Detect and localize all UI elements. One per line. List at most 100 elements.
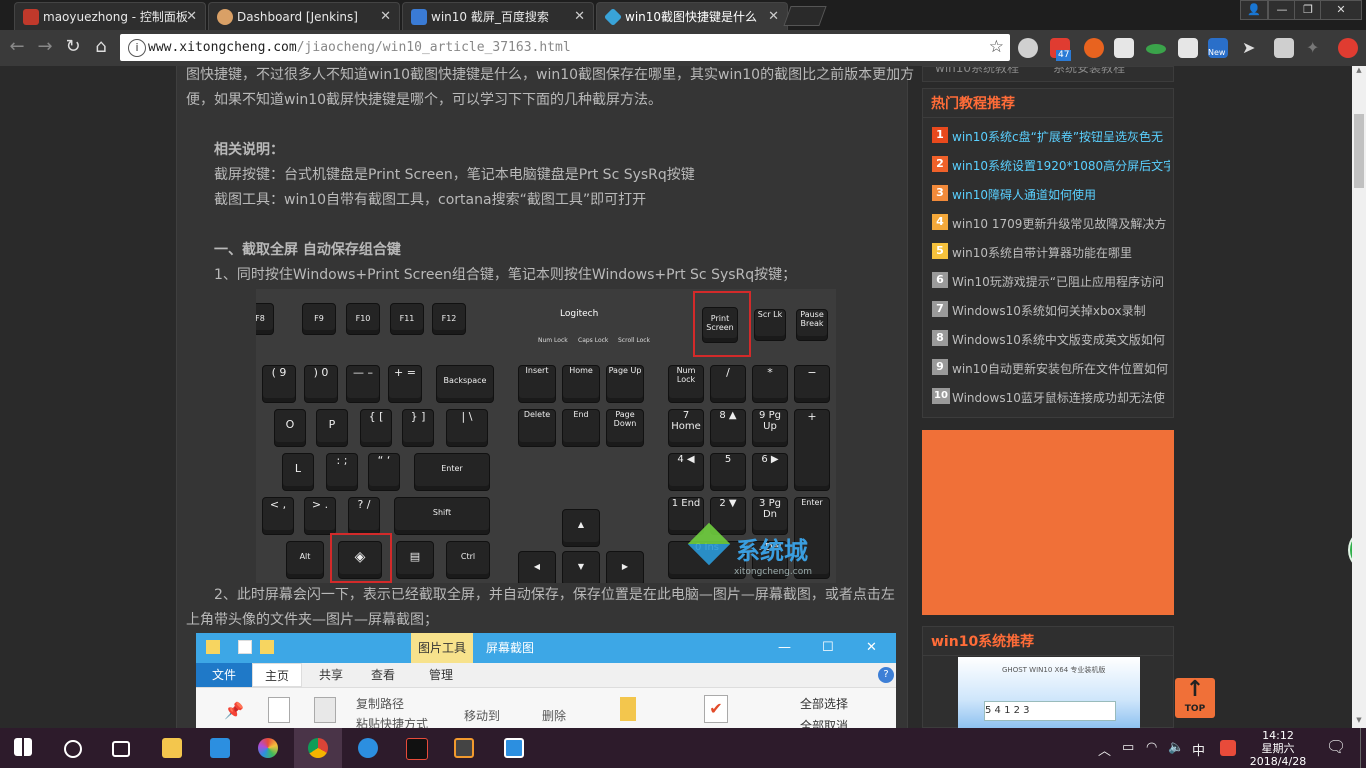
hot-link[interactable]: win10系统自带计算器功能在哪里	[952, 244, 1170, 261]
highlight-print-screen	[693, 291, 751, 357]
numpad-6: 6 ▶	[752, 453, 788, 491]
extension-news-icon[interactable]: New	[1208, 38, 1228, 58]
taskbar-photos-app[interactable]	[244, 728, 292, 768]
tab-jenkins[interactable]: Dashboard [Jenkins] ✕	[208, 2, 400, 30]
explorer-titlebar	[196, 633, 896, 663]
hot-link[interactable]: win10 1709更新升级常见故障及解决方	[952, 215, 1170, 232]
volume-icon[interactable]: 🔈	[1168, 740, 1184, 755]
reload-button[interactable]: ↻	[62, 36, 84, 58]
scroll-up-icon[interactable]: ▲	[1355, 66, 1363, 74]
restore-button[interactable]: ❐	[1294, 0, 1322, 20]
minimize-button[interactable]: —	[1268, 0, 1296, 20]
ime-indicator[interactable]: 中	[1192, 740, 1205, 759]
extension-puzzle-icon[interactable]: ✦	[1306, 38, 1326, 58]
back-to-top-button[interactable]: ↑ TOP	[1175, 678, 1215, 718]
sogou-input-icon[interactable]	[1220, 740, 1236, 756]
extension-mail-icon[interactable]: 47	[1050, 38, 1072, 61]
hot-link[interactable]: Windows10系统如何关掉xbox录制	[952, 302, 1170, 319]
show-desktop-button[interactable]	[1360, 728, 1366, 768]
scroll-down-icon[interactable]: ▼	[1355, 716, 1363, 724]
tab-close-icon[interactable]: ✕	[186, 3, 197, 30]
list-item[interactable]: 3 win10障碍人通道如何使用	[922, 184, 1174, 204]
list-item[interactable]: 5 win10系统自带计算器功能在哪里	[922, 242, 1174, 262]
site-info-icon[interactable]: i	[128, 39, 146, 57]
sidebar-link-install[interactable]: 系统安装教程	[1053, 67, 1125, 76]
taskbar-window-app[interactable]	[490, 728, 538, 768]
key-insert: Insert	[518, 365, 556, 403]
show-hidden-icons[interactable]: ︿	[1098, 740, 1111, 759]
xitongcheng-favicon-icon	[603, 7, 623, 27]
tab-xitongcheng-active[interactable]: win10截图快捷键是什么 ✕	[596, 2, 788, 30]
properties-ribbon-icon: ✔	[704, 695, 728, 723]
profile-button[interactable]: 👤	[1240, 0, 1268, 20]
list-item[interactable]: 2 win10系统设置1920*1080高分屏后文字	[922, 155, 1174, 175]
ghost-win10-cover-image[interactable]: GHOST WIN10 X64 专业装机版 5 4 1 2 3	[958, 657, 1140, 728]
extension-camera-icon[interactable]	[1018, 38, 1038, 58]
key-menu: ▤	[396, 541, 434, 579]
url-text[interactable]: www.xitongcheng.com/jiaocheng/win10_arti…	[148, 34, 571, 61]
tab-close-icon[interactable]: ✕	[768, 3, 779, 30]
taskbar-pinned-app-bird[interactable]	[196, 728, 244, 768]
extension-chart-icon[interactable]	[1178, 38, 1198, 58]
page-scrollbar[interactable]: ▲ ▼	[1352, 66, 1366, 728]
bookmark-star-icon[interactable]: ☆	[989, 37, 1004, 57]
hot-link[interactable]: Win10玩游戏提示“已阻止应用程序访问	[952, 273, 1170, 290]
numpad-9: 9 Pg Up	[752, 409, 788, 447]
forward-button[interactable]: →	[34, 36, 56, 58]
taskbar-chrome[interactable]	[294, 728, 342, 768]
list-item[interactable]: 10 Windows10蓝牙鼠标连接成功却无法使	[922, 387, 1174, 407]
extension-cursor-icon[interactable]: ➤	[1242, 38, 1262, 58]
tab-baidu-search[interactable]: win10 截屏_百度搜索 ✕	[402, 2, 594, 30]
key-slash: ? /	[348, 497, 380, 535]
download-icon[interactable]	[1274, 38, 1294, 58]
explorer-screenshot-image: 图片工具 屏幕截图 — ☐ ✕ 文件 主页 共享 查看 管理 ? 📌 复制路径 …	[196, 633, 896, 728]
hot-link[interactable]: win10系统c盘“扩展卷”按钮呈选灰色无	[952, 128, 1170, 145]
home-button[interactable]: ⌂	[90, 36, 112, 58]
hot-link[interactable]: Windows10系统中文版变成英文版如何	[952, 331, 1170, 348]
scrollbar-thumb[interactable]	[1354, 114, 1364, 188]
battery-icon[interactable]: ▭	[1122, 740, 1134, 755]
list-item[interactable]: 7 Windows10系统如何关掉xbox录制	[922, 300, 1174, 320]
key-quote: “ ‘	[368, 453, 400, 491]
taskbar-intellij[interactable]	[392, 728, 440, 768]
explorer-tab-home: 主页	[252, 663, 302, 687]
list-item[interactable]: 8 Windows10系统中文版变成英文版如何	[922, 329, 1174, 349]
extension-gamepad-icon[interactable]	[1114, 38, 1134, 58]
article-intro-line-1: 图快捷键，不过很多人不知道win10截图快捷键是什么，win10截图保存在哪里，…	[186, 67, 915, 83]
tab-close-icon[interactable]: ✕	[574, 3, 585, 30]
start-button[interactable]	[0, 728, 48, 768]
close-window-button[interactable]: ✕	[1320, 0, 1362, 20]
sidebar-link-win10[interactable]: win10系统教程	[935, 67, 1019, 76]
new-tab-button[interactable]	[783, 6, 827, 26]
key-left-bracket: { [	[360, 409, 392, 447]
hot-link[interactable]: win10障碍人通道如何使用	[952, 186, 1170, 203]
back-button[interactable]: ←	[6, 36, 28, 58]
hot-link[interactable]: Windows10蓝牙鼠标连接成功却无法使	[952, 389, 1170, 406]
hot-link[interactable]: win10自动更新安装包所在文件位置如何	[952, 360, 1170, 377]
taskbar-baidu-netdisk[interactable]	[344, 728, 392, 768]
extension-lizard-icon[interactable]	[1146, 44, 1166, 54]
numpad-plus: +	[794, 409, 830, 491]
cortana-button[interactable]	[48, 728, 96, 768]
list-item[interactable]: 1 win10系统c盘“扩展卷”按钮呈选灰色无	[922, 126, 1174, 146]
sidebar-ad-block[interactable]	[922, 430, 1174, 615]
list-item[interactable]: 9 win10自动更新安装包所在文件位置如何	[922, 358, 1174, 378]
select-all-label: 全部选择	[800, 697, 849, 711]
action-center-icon[interactable]: 🗨	[1326, 737, 1346, 756]
clock[interactable]: 14:12 星期六 2018/4/28	[1248, 729, 1308, 768]
step-1-text: 1、同时按住Windows+Print Screen组合键，笔记本则按住Wind…	[214, 267, 797, 283]
list-item[interactable]: 4 win10 1709更新升级常见故障及解决方	[922, 213, 1174, 233]
address-bar[interactable]: i www.xitongcheng.com/jiaocheng/win10_ar…	[120, 34, 1010, 61]
extension-infinity-icon[interactable]	[1084, 38, 1104, 58]
wifi-icon[interactable]: ◠	[1146, 740, 1157, 755]
tab-close-icon[interactable]: ✕	[380, 3, 391, 30]
update-menu-icon[interactable]	[1338, 38, 1358, 58]
taskbar-file-explorer[interactable]	[148, 728, 196, 768]
task-view-button[interactable]	[96, 728, 144, 768]
window-app-icon	[504, 738, 524, 758]
tab-control-panel[interactable]: maoyuezhong - 控制面板 ✕	[14, 2, 206, 30]
numpad-4: 4 ◀	[668, 453, 704, 491]
taskbar-sublime[interactable]	[440, 728, 488, 768]
hot-link[interactable]: win10系统设置1920*1080高分屏后文字	[952, 157, 1170, 174]
list-item[interactable]: 6 Win10玩游戏提示“已阻止应用程序访问	[922, 271, 1174, 291]
